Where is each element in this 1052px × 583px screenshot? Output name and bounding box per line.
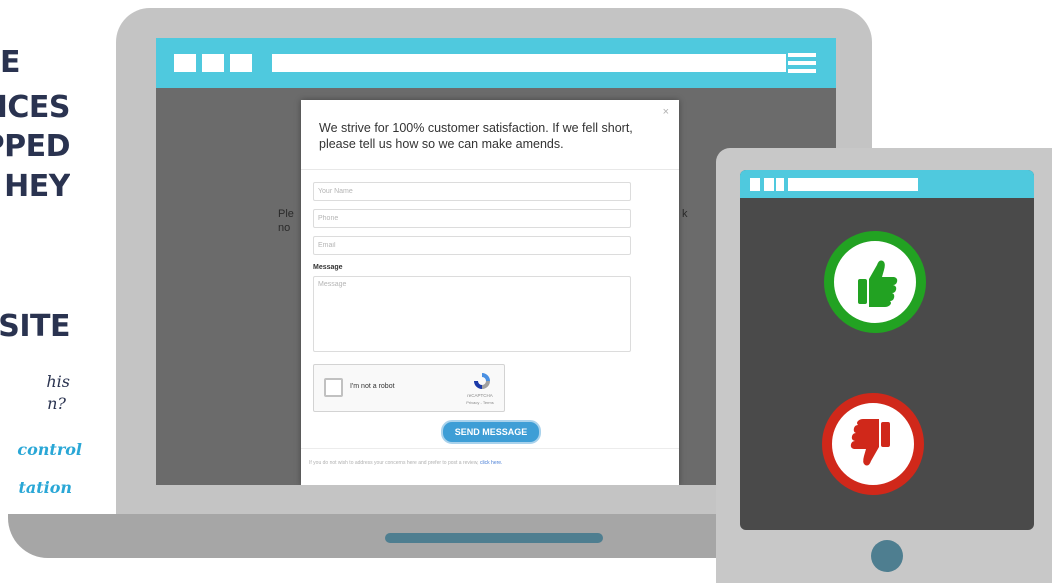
tablet-frame bbox=[716, 148, 1052, 583]
thumbs-down-button[interactable] bbox=[822, 393, 924, 495]
modal-heading: We strive for 100% customer satisfaction… bbox=[319, 121, 633, 151]
laptop-base bbox=[8, 514, 732, 558]
review-footer-text: If you do not wish to address your conce… bbox=[309, 460, 479, 466]
tablet-bar-block-3 bbox=[776, 178, 784, 191]
thumbs-up-icon bbox=[858, 260, 898, 307]
thumbs-down-icon bbox=[850, 419, 890, 466]
phone-field[interactable] bbox=[313, 209, 631, 228]
message-field[interactable] bbox=[313, 276, 631, 352]
feedback-modal: × We strive for 100% customer satisfacti… bbox=[301, 100, 679, 485]
subtext-link-2[interactable]: tation bbox=[0, 478, 82, 500]
browser-bar bbox=[156, 38, 836, 88]
email-field[interactable] bbox=[313, 236, 631, 255]
close-icon[interactable]: × bbox=[663, 106, 669, 118]
send-message-button[interactable]: SEND MESSAGE bbox=[441, 420, 541, 444]
subtext-line-2: n? bbox=[47, 394, 66, 413]
headline: E ICES PPED HEY SITE bbox=[0, 45, 70, 339]
message-label: Message bbox=[313, 264, 343, 271]
background-text-3: k bbox=[682, 208, 688, 220]
tablet-bar-block-2 bbox=[764, 178, 774, 191]
review-footer: If you do not wish to address your conce… bbox=[309, 460, 502, 466]
recaptcha-checkbox[interactable] bbox=[324, 378, 343, 397]
recaptcha-brand: reCAPTCHA bbox=[467, 393, 493, 398]
address-bar[interactable] bbox=[272, 54, 786, 72]
recaptcha-terms-link[interactable]: Privacy - Terms bbox=[458, 400, 502, 405]
background-text-1: Ple bbox=[278, 208, 294, 220]
tablet-browser-bar bbox=[740, 170, 1034, 198]
tablet-bar-block-1 bbox=[750, 178, 760, 191]
bar-block-1 bbox=[174, 54, 196, 72]
review-link[interactable]: click here. bbox=[480, 460, 503, 466]
recaptcha-widget: I'm not a robot reCAPTCHA Privacy - Term… bbox=[313, 364, 505, 412]
name-field[interactable] bbox=[313, 182, 631, 201]
background-text-2: no bbox=[278, 222, 291, 234]
tablet-screen bbox=[740, 170, 1034, 530]
divider bbox=[301, 169, 679, 170]
hamburger-menu-icon[interactable] bbox=[788, 53, 816, 73]
bar-block-2 bbox=[202, 54, 224, 72]
tablet-address-bar[interactable] bbox=[788, 178, 918, 191]
recaptcha-label: I'm not a robot bbox=[350, 383, 395, 390]
subtext-line-1: his bbox=[46, 372, 70, 391]
bar-block-3 bbox=[230, 54, 252, 72]
recaptcha-icon bbox=[474, 373, 490, 389]
thumbs-up-button[interactable] bbox=[824, 231, 926, 333]
subtext-link-1[interactable]: control bbox=[0, 440, 82, 464]
tablet-home-button[interactable] bbox=[871, 540, 903, 572]
footer-divider bbox=[301, 448, 679, 449]
laptop-trackpad-slot bbox=[385, 533, 603, 543]
